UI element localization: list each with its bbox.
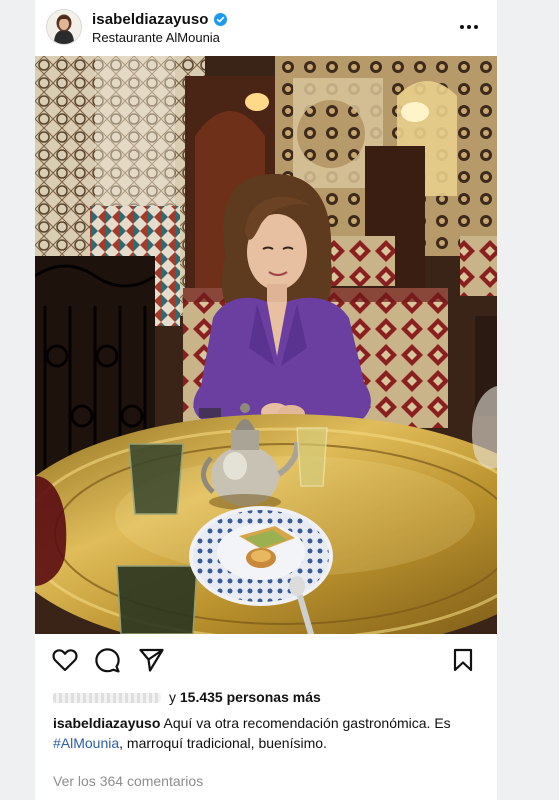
- username-text[interactable]: isabeldiazayuso: [92, 11, 209, 28]
- verified-badge-icon: [213, 13, 227, 26]
- tea-glass: [296, 427, 328, 487]
- restaurant-photo-illustration: [35, 56, 497, 634]
- send-icon[interactable]: [139, 648, 164, 677]
- likes-count: 15.435: [179, 689, 223, 705]
- heart-icon[interactable]: [52, 648, 78, 677]
- comment-icon[interactable]: [95, 648, 120, 678]
- post-username[interactable]: isabeldiazayuso: [92, 11, 227, 28]
- caption-text-before: Aquí va otra recomendación gastronómica.…: [160, 715, 451, 731]
- likes-suffix: personas más: [222, 689, 321, 705]
- post-caption: isabeldiazayuso Aquí va otra recomendaci…: [53, 713, 483, 753]
- more-options-icon[interactable]: [459, 17, 479, 35]
- post-location[interactable]: Restaurante AlMounia: [92, 30, 220, 45]
- view-comments-link[interactable]: Ver los 364 comentarios: [53, 773, 203, 789]
- caption-hashtag[interactable]: #AlMounia: [53, 735, 119, 751]
- bookmark-icon[interactable]: [453, 648, 473, 677]
- instagram-post: isabeldiazayuso Restaurante AlMounia y 1…: [35, 0, 497, 800]
- likes-prefix: y: [169, 689, 180, 705]
- action-bar: [35, 640, 497, 680]
- post-header: isabeldiazayuso Restaurante AlMounia: [35, 0, 497, 56]
- post-photo[interactable]: [35, 56, 497, 634]
- caption-text-after: , marroquí tradicional, buenísimo.: [119, 735, 327, 751]
- avatar[interactable]: [47, 10, 81, 44]
- caption-username[interactable]: isabeldiazayuso: [53, 715, 160, 731]
- obscured-names: [53, 693, 161, 704]
- green-glass-left: [128, 443, 184, 515]
- green-glass-front: [116, 565, 198, 634]
- likes-summary[interactable]: y 15.435 personas más: [53, 689, 321, 705]
